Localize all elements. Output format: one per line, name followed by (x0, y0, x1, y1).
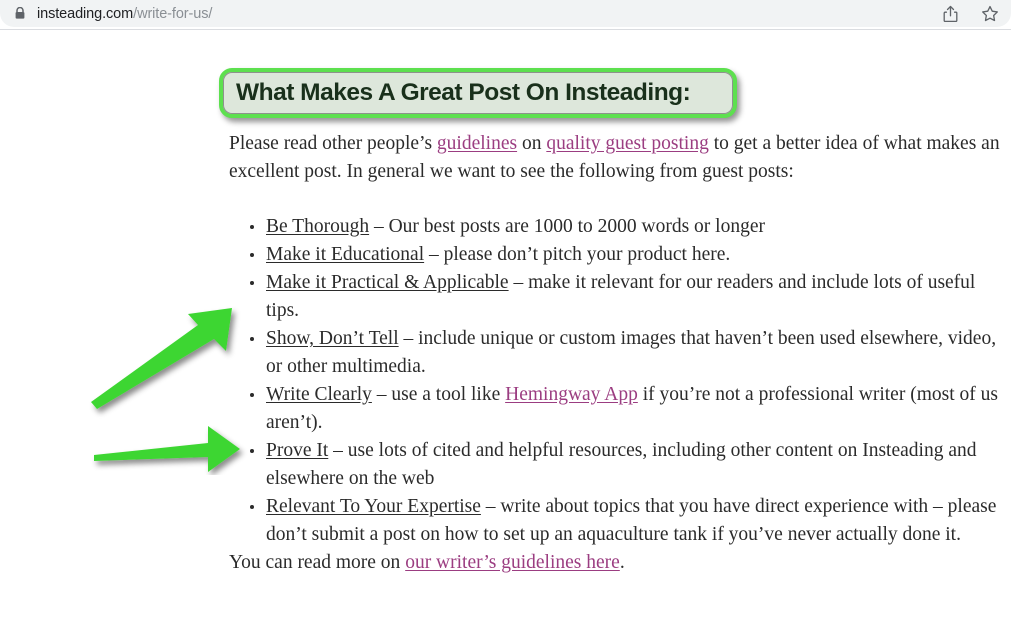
quality-guest-posting-link[interactable]: quality guest posting (546, 133, 709, 154)
hemingway-app-link[interactable]: Hemingway App (505, 384, 638, 405)
list-item: Write Clearly – use a tool like Hemingwa… (229, 381, 1001, 437)
list-item-lead: Prove It (266, 440, 329, 461)
guest-post-requirements-list: Be Thorough – Our best posts are 1000 to… (229, 213, 1001, 549)
browser-toolbar: insteading.com/write-for-us/ (0, 0, 1011, 30)
list-item-text: – use lots of cited and helpful resource… (266, 440, 977, 489)
list-item-text: – please don’t pitch your product here. (424, 244, 731, 265)
url-text: insteading.com/write-for-us/ (37, 6, 212, 22)
intro-text-1: Please read other people’s (229, 133, 437, 154)
list-item-lead: Be Thorough (266, 216, 370, 237)
list-item: Prove It – use lots of cited and helpful… (229, 437, 1001, 493)
intro-text-2: on (517, 133, 547, 154)
list-item-lead: Write Clearly (266, 384, 372, 405)
guidelines-link[interactable]: guidelines (437, 133, 517, 154)
list-item-text: – use a tool like (371, 384, 506, 405)
list-item-lead: Show, Don’t Tell (266, 328, 399, 349)
lock-icon[interactable] (14, 7, 26, 20)
writers-guidelines-link[interactable]: our writer’s guidelines here (405, 552, 620, 573)
list-item: Relevant To Your Expertise – write about… (229, 493, 1001, 549)
list-item: Make it Practical & Applicable – make it… (229, 269, 1001, 325)
list-item-lead: Relevant To Your Expertise (266, 496, 481, 517)
article-body: Please read other people’s guidelines on… (229, 130, 1001, 577)
page-title-box: What Makes A Great Post On Insteading: (219, 68, 737, 118)
address-bar[interactable]: insteading.com/write-for-us/ (0, 0, 1011, 27)
outro-text-1: You can read more on (229, 552, 406, 573)
list-item: Make it Educational – please don’t pitch… (229, 241, 1001, 269)
outro-paragraph: You can read more on our writer’s guidel… (229, 549, 1001, 577)
intro-paragraph: Please read other people’s guidelines on… (229, 130, 1001, 186)
star-icon[interactable] (980, 4, 999, 23)
url-path: /write-for-us/ (133, 5, 213, 22)
share-icon[interactable] (941, 4, 960, 23)
list-item-lead: Make it Educational (266, 244, 425, 265)
page-title: What Makes A Great Post On Insteading: (236, 79, 691, 106)
list-item: Be Thorough – Our best posts are 1000 to… (229, 213, 1001, 241)
arrow-up-right-icon (91, 308, 232, 409)
page-content: What Makes A Great Post On Insteading: P… (0, 30, 1011, 640)
list-item: Show, Don’t Tell – include unique or cus… (229, 325, 1001, 381)
toolbar-icon-group (941, 0, 999, 27)
list-item-lead: Make it Practical & Applicable (266, 272, 509, 293)
arrow-right-icon (94, 426, 240, 472)
outro-text-2: . (619, 552, 625, 573)
list-item-text: – Our best posts are 1000 to 2000 words … (369, 216, 765, 237)
url-domain: insteading.com (37, 5, 134, 22)
